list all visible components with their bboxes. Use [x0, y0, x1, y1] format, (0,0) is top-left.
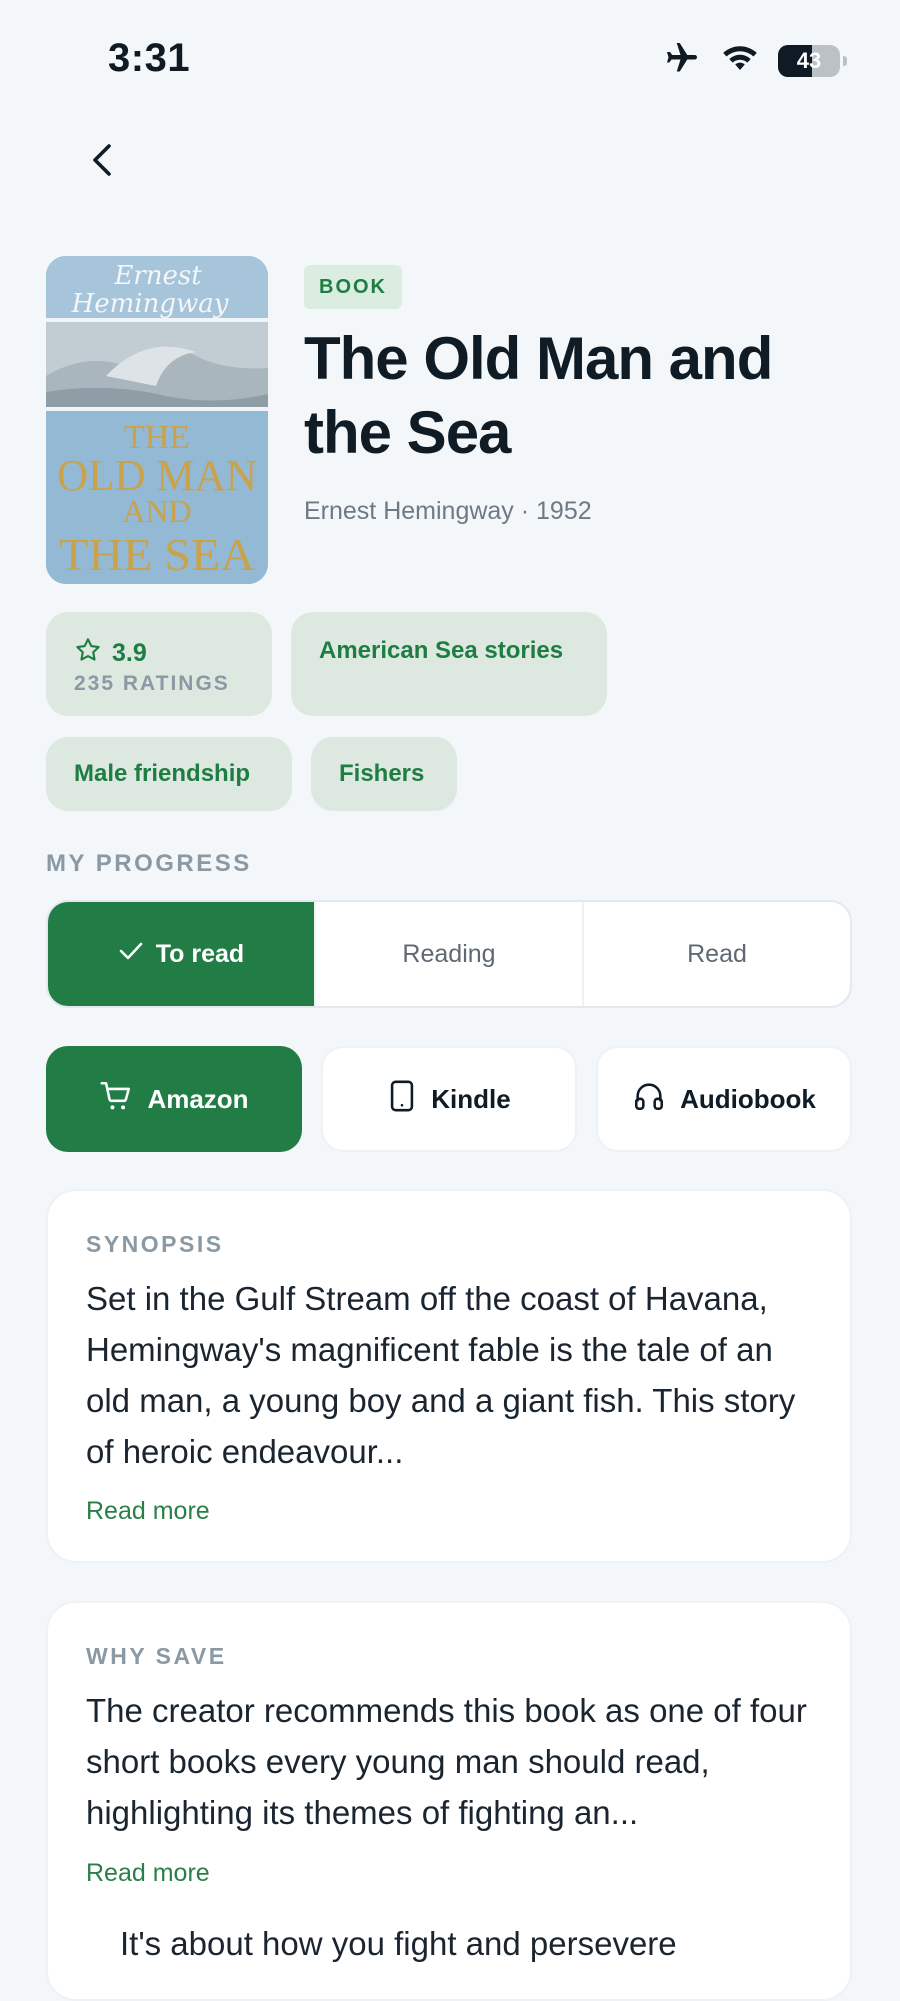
synopsis-read-more-link[interactable]: Read more [86, 1497, 210, 1526]
synopsis-card: SYNOPSIS Set in the Gulf Stream off the … [46, 1189, 852, 1563]
cover-title-line-3: AND [122, 493, 191, 529]
progress-option-read[interactable]: Read [582, 902, 850, 1006]
chevron-left-icon [89, 142, 115, 183]
why-save-read-more-link[interactable]: Read more [86, 1859, 210, 1888]
tag-chip[interactable]: Fishers [311, 737, 457, 811]
tag-chip[interactable]: Male friendship [46, 737, 292, 811]
synopsis-text: Set in the Gulf Stream off the coast of … [86, 1280, 796, 1470]
back-button[interactable] [80, 140, 124, 184]
amazon-button[interactable]: Amazon [46, 1046, 302, 1152]
check-icon [118, 940, 144, 969]
audiobook-button[interactable]: Audiobook [596, 1046, 852, 1152]
kindle-button-label: Kindle [431, 1083, 511, 1114]
progress-option-reading[interactable]: Reading [314, 902, 582, 1006]
why-save-text: The creator recommends this book as one … [86, 1692, 807, 1831]
headphones-icon [632, 1079, 666, 1120]
author-year: Ernest Hemingway · 1952 [304, 497, 592, 525]
battery-level: 43 [796, 47, 822, 73]
why-save-extra-text: It's about how you fight and persevere [120, 1925, 677, 1962]
synopsis-label: SYNOPSIS [86, 1231, 224, 1257]
wifi-icon [720, 42, 760, 79]
rating-count: 235 RATINGS [74, 672, 230, 695]
tag-chip[interactable]: American Sea stories [291, 612, 607, 716]
why-save-label: WHY SAVE [86, 1643, 227, 1669]
book-type-badge: BOOK [304, 265, 402, 309]
progress-option-label: To read [155, 939, 245, 968]
book-cover: Ernest Hemingway THE OLD MAN AND THE SEA [46, 256, 268, 584]
progress-option-label: Reading [402, 939, 496, 968]
progress-option-to-read[interactable]: To read [48, 902, 314, 1006]
tablet-icon [387, 1079, 417, 1120]
status-time: 3:31 [108, 36, 191, 80]
progress-section-label: MY PROGRESS [46, 850, 252, 877]
rating-chip[interactable]: 3.9 235 RATINGS [46, 612, 272, 716]
kindle-button[interactable]: Kindle [321, 1046, 577, 1152]
star-icon [74, 636, 102, 671]
rating-value: 3.9 [112, 639, 147, 667]
battery-icon: 43 [778, 44, 847, 77]
amazon-button-label: Amazon [147, 1083, 249, 1114]
book-title: The Old Man and the Sea [304, 325, 773, 466]
airplane-icon [662, 40, 702, 81]
progress-option-label: Read [687, 939, 747, 968]
cover-title-line-4: THE SEA [59, 529, 255, 580]
cover-author-line-2: Hemingway [71, 289, 229, 319]
progress-selector: To read Reading Read [46, 900, 852, 1008]
cover-author-line-1: Ernest [113, 261, 202, 291]
status-bar: 3:31 43 [0, 0, 900, 120]
cart-icon [99, 1079, 133, 1120]
status-icons: 43 [662, 40, 847, 81]
audiobook-button-label: Audiobook [680, 1083, 816, 1114]
